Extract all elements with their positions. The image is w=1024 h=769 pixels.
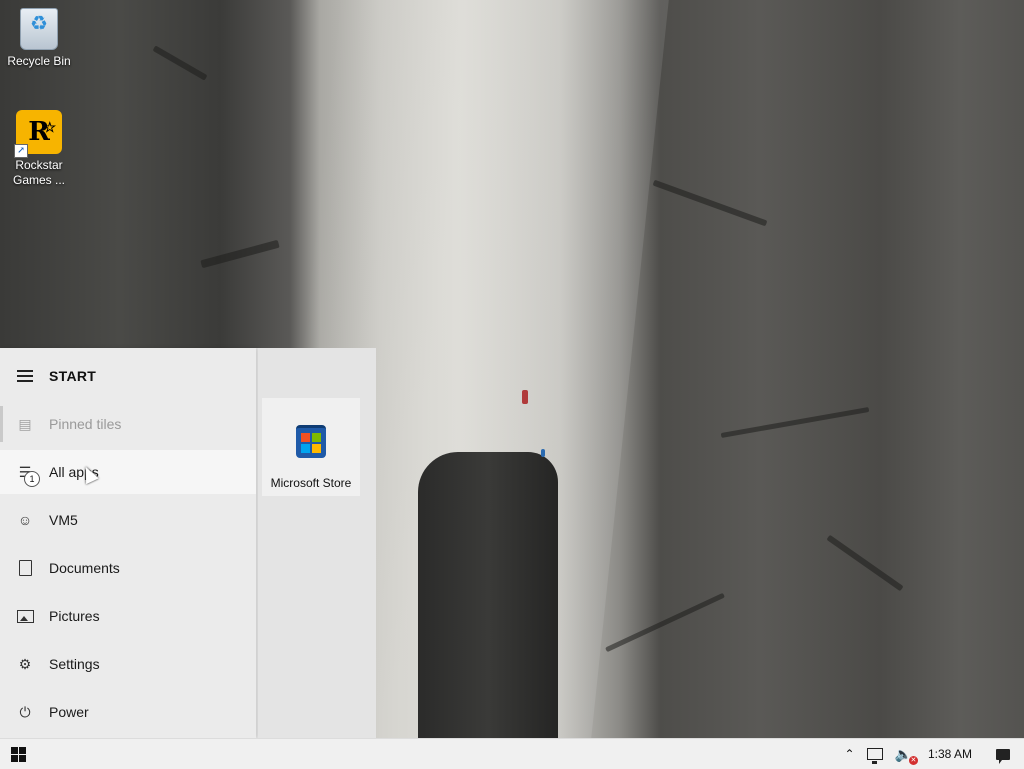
- hamburger-menu-icon[interactable]: [17, 367, 33, 385]
- all-apps-icon: ☰ 1: [16, 463, 40, 487]
- start-menu-title: START: [49, 368, 97, 384]
- network-tray-button[interactable]: [861, 739, 889, 769]
- start-button[interactable]: [0, 739, 36, 769]
- power-icon: ⏻: [19, 703, 31, 720]
- tile-label: Microsoft Store: [270, 476, 352, 490]
- start-item-all-apps[interactable]: ☰ 1 All apps: [0, 450, 256, 494]
- taskbar: ⌃ 🔈 ✕ 1:38 AM: [0, 738, 1024, 769]
- tile-microsoft-store[interactable]: Microsoft Store: [262, 398, 360, 496]
- rockstar-games-icon: R ☆ ↗: [14, 110, 62, 158]
- system-tray: ⌃ 🔈 ✕ 1:38 AM: [838, 739, 1024, 769]
- wallpaper-climber: [541, 449, 545, 457]
- network-icon: [866, 748, 883, 764]
- windows-logo-icon: [10, 746, 26, 762]
- wallpaper-crack: [200, 239, 280, 269]
- start-item-label: Pictures: [49, 608, 100, 624]
- start-item-label: Power: [49, 704, 89, 720]
- start-item-documents[interactable]: Documents: [0, 546, 256, 590]
- start-item-label: Documents: [49, 560, 120, 576]
- gear-icon: ⚙: [18, 655, 32, 672]
- start-item-pictures[interactable]: Pictures: [0, 594, 256, 638]
- start-menu-nav: START ▤ Pinned tiles ☰ 1 All apps ☺ VM5 …: [0, 348, 256, 738]
- recycle-bin-icon: [20, 8, 58, 50]
- action-center-icon: [996, 748, 1010, 764]
- microsoft-store-icon: [296, 425, 326, 458]
- desktop-icon-recycle-bin[interactable]: Recycle Bin: [1, 8, 77, 69]
- start-item-pinned-tiles[interactable]: ▤ Pinned tiles: [0, 402, 256, 446]
- wallpaper-crack: [152, 45, 208, 81]
- start-item-power[interactable]: ⏻ Power: [0, 690, 256, 734]
- start-item-user[interactable]: ☺ VM5: [0, 498, 256, 542]
- desktop-icon-label: Rockstar Games ...: [12, 158, 65, 187]
- volume-muted-icon: 🔈 ✕: [894, 745, 918, 765]
- start-item-settings[interactable]: ⚙ Settings: [0, 642, 256, 686]
- chevron-up-icon[interactable]: ⌃: [838, 739, 860, 769]
- wallpaper-crack: [605, 592, 725, 653]
- all-apps-badge: 1: [24, 471, 40, 487]
- wallpaper-crack: [652, 179, 768, 227]
- user-icon: ☺: [17, 512, 33, 528]
- start-item-label: Pinned tiles: [49, 416, 122, 432]
- action-center-button[interactable]: [982, 739, 1024, 769]
- clock[interactable]: 1:38 AM: [918, 739, 982, 769]
- wallpaper-crack: [826, 534, 904, 592]
- desktop-icon-rockstar-games[interactable]: R ☆ ↗ Rockstar Games ...: [1, 110, 77, 188]
- wallpaper-climber: [522, 390, 528, 404]
- pictures-icon: [16, 607, 34, 625]
- start-item-label: VM5: [49, 512, 78, 528]
- wallpaper-crack: [720, 407, 870, 438]
- start-menu-header: START: [0, 354, 256, 398]
- volume-tray-button[interactable]: 🔈 ✕: [889, 739, 918, 769]
- desktop-icon-label: Recycle Bin: [7, 54, 71, 68]
- start-item-label: Settings: [49, 656, 100, 672]
- pinned-tiles-icon: ▤: [18, 415, 32, 432]
- document-icon: [16, 559, 34, 577]
- wallpaper-rock-pillar: [418, 452, 558, 738]
- shortcut-arrow-icon: ↗: [14, 144, 28, 158]
